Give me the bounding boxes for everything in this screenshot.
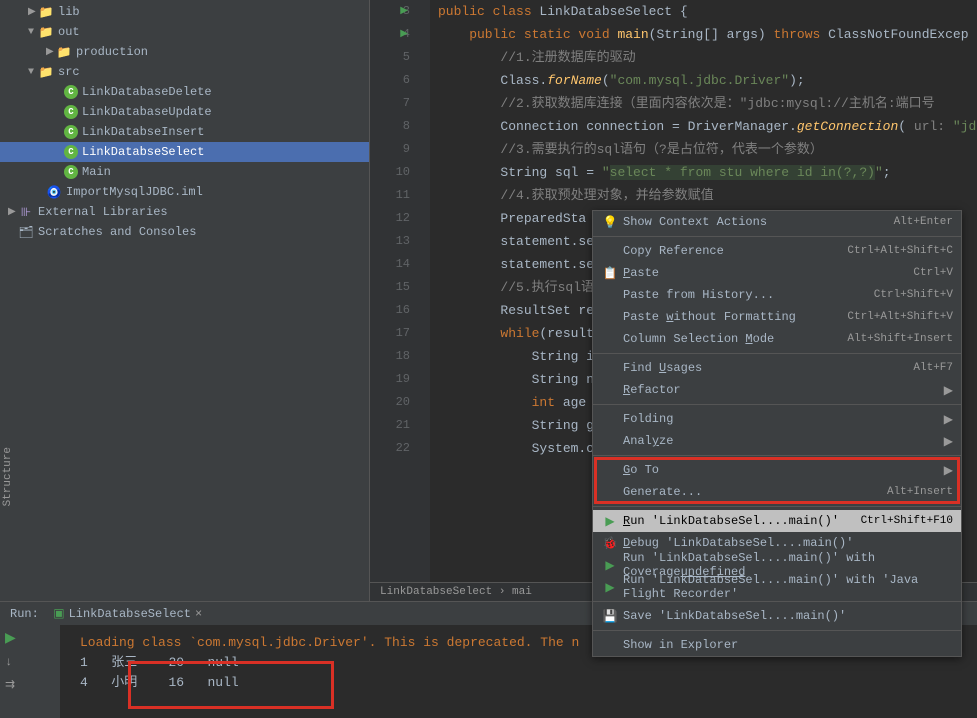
java-class-icon: C (64, 165, 78, 179)
tree-folder-src[interactable]: ▼📁src (0, 62, 369, 82)
debug-icon: 🐞 (601, 536, 619, 551)
bulb-icon: 💡 (601, 215, 619, 230)
java-class-icon: C (64, 145, 78, 159)
paste-icon: 📋 (601, 266, 619, 281)
menu-item[interactable]: Refactor▶ (593, 379, 961, 401)
java-class-icon: C (64, 125, 78, 139)
console-row: 4 小明 16 null (80, 673, 957, 693)
library-icon: ⊪ (18, 204, 34, 220)
tree-label: LinkDatabaseDelete (82, 85, 212, 99)
menu-item[interactable]: Generate...Alt+Insert (593, 481, 961, 503)
tree-label: lib (58, 5, 80, 19)
tree-file[interactable]: C Main (0, 162, 369, 182)
tree-label: LinkDatabseInsert (82, 125, 204, 139)
tree-label: out (58, 25, 80, 39)
menu-item[interactable]: ▶Run 'LinkDatabseSel....main()' with 'Ja… (593, 576, 961, 598)
project-tree[interactable]: ▶📁lib ▼📁out ▶📁production ▼📁src CLinkData… (0, 0, 370, 601)
menu-item[interactable]: 💾Save 'LinkDatabseSel....main()' (593, 605, 961, 627)
console-toolbar: ▶ ↓ ⇉ (0, 625, 60, 718)
tree-file[interactable]: C LinkDatabaseDelete (0, 82, 369, 102)
tree-scratches[interactable]: 🗂 Scratches and Consoles (0, 222, 369, 242)
tree-external-libraries[interactable]: ▶⊪External Libraries (0, 202, 369, 222)
menu-item[interactable]: Paste without FormattingCtrl+Alt+Shift+V (593, 306, 961, 328)
tree-label: src (58, 65, 80, 79)
run-gutter-icon[interactable]: ▶ (400, 0, 408, 23)
tree-file-selected[interactable]: C LinkDatabseSelect (0, 142, 369, 162)
folder-icon: 📁 (38, 24, 54, 40)
menu-item[interactable]: Column Selection ModeAlt+Shift+Insert (593, 328, 961, 350)
menu-item[interactable]: Copy ReferenceCtrl+Alt+Shift+C (593, 240, 961, 262)
rerun-icon[interactable]: ▶ (5, 630, 55, 647)
tree-file-iml[interactable]: 🧿 ImportMysqlJDBC.iml (0, 182, 369, 202)
line-gutter: 3▶ 4▶ 5 6 7 8 9 10 11 12 13 14 15 16 17 … (370, 0, 430, 582)
tree-label: Main (82, 165, 111, 179)
play-icon: ▶ (601, 558, 619, 573)
menu-item[interactable]: 📋PasteCtrl+V (593, 262, 961, 284)
menu-item[interactable]: 💡Show Context ActionsAlt+Enter (593, 211, 961, 233)
java-class-icon: C (64, 105, 78, 119)
tree-file[interactable]: C LinkDatabaseUpdate (0, 102, 369, 122)
play-icon: ▣ (53, 606, 64, 621)
folder-icon: 📁 (38, 4, 54, 20)
tree-label: LinkDatabaseUpdate (82, 105, 212, 119)
tree-file[interactable]: C LinkDatabseInsert (0, 122, 369, 142)
context-menu[interactable]: 💡Show Context ActionsAlt+Enter Copy Refer… (592, 210, 962, 657)
tree-label: ImportMysqlJDBC.iml (66, 185, 203, 199)
tree-label: Scratches and Consoles (38, 225, 196, 239)
folder-icon: 📁 (56, 44, 72, 60)
menu-item[interactable]: ▶Run 'LinkDatabseSel....main()'Ctrl+Shif… (593, 510, 961, 532)
menu-item[interactable]: Folding▶ (593, 408, 961, 430)
structure-tab[interactable]: Structure (0, 442, 16, 511)
tree-folder-production[interactable]: ▶📁production (0, 42, 369, 62)
tree-folder-out[interactable]: ▼📁out (0, 22, 369, 42)
menu-item[interactable]: Paste from History...Ctrl+Shift+V (593, 284, 961, 306)
save-icon: 💾 (601, 609, 619, 624)
tree-label: production (76, 45, 148, 59)
file-icon: 🧿 (46, 184, 62, 200)
menu-item[interactable]: Show in Explorer (593, 634, 961, 656)
play-icon: ▶ (601, 514, 619, 529)
tree-label: LinkDatabseSelect (82, 145, 204, 159)
tree-folder-lib[interactable]: ▶📁lib (0, 2, 369, 22)
run-label: Run: (10, 607, 39, 621)
play-icon: ▶ (601, 580, 619, 595)
menu-item[interactable]: Analyze▶ (593, 430, 961, 452)
menu-item[interactable]: Find UsagesAlt+F7 (593, 357, 961, 379)
java-class-icon: C (64, 85, 78, 99)
console-tab[interactable]: ▣ LinkDatabseSelect × (53, 606, 202, 621)
run-gutter-icon[interactable]: ▶ (400, 23, 408, 46)
filter-icon[interactable]: ⇉ (5, 677, 55, 692)
tree-label: External Libraries (38, 205, 168, 219)
folder-icon: 📁 (38, 64, 54, 80)
menu-item[interactable]: Go To▶ (593, 459, 961, 481)
scratches-icon: 🗂 (18, 224, 34, 240)
stop-icon[interactable]: ↓ (5, 655, 55, 669)
